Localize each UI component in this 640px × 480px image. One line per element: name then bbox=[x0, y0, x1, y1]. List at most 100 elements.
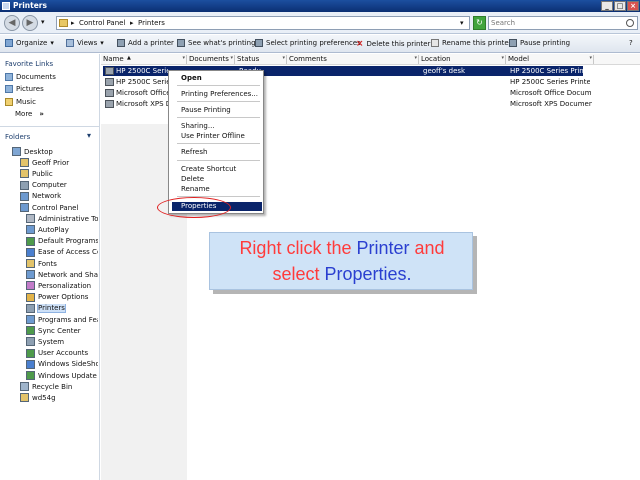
tree-item-power-options[interactable]: Power Options bbox=[26, 292, 98, 302]
fav-link-pictures[interactable]: Pictures bbox=[5, 85, 44, 93]
tree-item-admin-tools[interactable]: Administrative Tools bbox=[26, 214, 98, 224]
search-input[interactable] bbox=[491, 18, 621, 28]
fonts-icon bbox=[26, 259, 35, 268]
tree-item-network[interactable]: Network bbox=[20, 191, 98, 201]
forward-button[interactable]: ▶ bbox=[22, 15, 38, 31]
column-status[interactable]: Status ▾ bbox=[235, 55, 287, 64]
tree-item-public[interactable]: Public bbox=[20, 169, 98, 179]
refresh-button[interactable]: ↻ bbox=[473, 16, 486, 30]
column-dropdown-icon[interactable]: ▾ bbox=[414, 55, 417, 61]
minimize-button[interactable]: _ bbox=[601, 1, 613, 11]
see-printing-button[interactable]: See what's printing bbox=[177, 39, 256, 47]
public-icon bbox=[20, 169, 29, 179]
callout-line-1: Right click the Printer and bbox=[239, 238, 445, 258]
tree-item-default-programs[interactable]: Default Programs bbox=[26, 236, 98, 246]
crumb-separator-icon: ▸ bbox=[130, 19, 134, 27]
delete-printer-button[interactable]: × Delete this printer bbox=[356, 39, 430, 49]
column-dropdown-icon[interactable]: ▾ bbox=[182, 55, 185, 61]
menu-item-delete[interactable]: Delete bbox=[172, 175, 262, 184]
column-model[interactable]: Model ▾ bbox=[506, 55, 594, 64]
column-dropdown-icon[interactable]: ▾ bbox=[282, 55, 285, 61]
tree-item-user-accounts[interactable]: User Accounts bbox=[26, 348, 98, 358]
menu-item-refresh[interactable]: Refresh bbox=[172, 148, 262, 157]
tree-item-label: Administrative Tools bbox=[38, 214, 98, 223]
tree-item-sync-center[interactable]: Sync Center bbox=[26, 326, 98, 336]
select-preferences-button[interactable]: Select printing preferences bbox=[255, 39, 361, 47]
crumb-separator-icon: ▸ bbox=[71, 19, 75, 27]
music-icon bbox=[5, 98, 13, 106]
column-location[interactable]: Location ▾ bbox=[419, 55, 506, 64]
tree-item-programs-features[interactable]: Programs and Features bbox=[26, 315, 98, 324]
tree-item-fonts[interactable]: Fonts bbox=[26, 259, 98, 268]
tree-item-windows-update[interactable]: Windows Update bbox=[26, 371, 98, 380]
folders-collapse-icon[interactable]: ▾ bbox=[87, 131, 91, 140]
tree-item-computer[interactable]: Computer bbox=[20, 180, 98, 190]
close-button[interactable]: × bbox=[627, 1, 639, 11]
menu-separator bbox=[177, 85, 260, 86]
column-name[interactable]: Name ▲ ▾ bbox=[101, 55, 187, 64]
ease-of-access-icon bbox=[26, 247, 35, 257]
menu-item-create-shortcut[interactable]: Create Shortcut bbox=[172, 165, 262, 174]
tree-item-label: Sync Center bbox=[38, 326, 81, 335]
menu-item-pause-printing[interactable]: Pause Printing bbox=[172, 106, 262, 115]
tree-item-wd54g[interactable]: wd54g bbox=[20, 393, 98, 403]
views-icon bbox=[66, 39, 74, 47]
tree-item-recycle-bin[interactable]: Recycle Bin bbox=[20, 382, 98, 392]
column-dropdown-icon[interactable]: ▾ bbox=[589, 55, 592, 61]
tree-item-sideshow[interactable]: Windows SideShow bbox=[26, 359, 98, 369]
tree-item-label: Power Options bbox=[38, 293, 89, 302]
column-documents[interactable]: Documents ▾ bbox=[187, 55, 235, 64]
column-dropdown-icon[interactable]: ▾ bbox=[501, 55, 504, 61]
address-dropdown-icon[interactable]: ▾ bbox=[460, 19, 464, 27]
tree-item-desktop[interactable]: Desktop bbox=[12, 147, 98, 156]
address-box[interactable]: ▸ Control Panel ▸ Printers ▾ bbox=[56, 16, 470, 30]
tree-item-ease-of-access[interactable]: Ease of Access Center bbox=[26, 247, 98, 257]
menu-separator bbox=[177, 101, 260, 102]
tree-item-user-folder[interactable]: Geoff Prior bbox=[20, 158, 98, 168]
personalization-icon bbox=[26, 281, 35, 291]
menu-item-use-printer-offline[interactable]: Use Printer Offline bbox=[172, 132, 262, 141]
tree-item-autoplay[interactable]: AutoPlay bbox=[26, 225, 98, 235]
menu-item-printing-preferences[interactable]: Printing Preferences... bbox=[172, 90, 262, 99]
highlight-oval bbox=[157, 197, 231, 218]
control-panel-icon bbox=[59, 19, 68, 27]
breadcrumb-control-panel[interactable]: Control Panel bbox=[79, 19, 125, 27]
column-dropdown-icon[interactable]: ▾ bbox=[230, 55, 233, 61]
back-button[interactable]: ◀ bbox=[4, 15, 20, 31]
search-box[interactable] bbox=[488, 16, 638, 30]
title-bar: Printers _ □ × bbox=[0, 0, 640, 12]
tree-item-label: Computer bbox=[32, 181, 67, 190]
rename-printer-button[interactable]: Rename this printer bbox=[431, 39, 512, 47]
pause-printing-button[interactable]: Pause printing bbox=[509, 39, 570, 47]
organize-button[interactable]: Organize ▾ bbox=[5, 39, 54, 47]
folders-title[interactable]: Folders bbox=[5, 133, 30, 141]
default-programs-icon bbox=[26, 236, 35, 246]
menu-item-sharing[interactable]: Sharing... bbox=[172, 122, 262, 131]
search-icon[interactable] bbox=[626, 19, 634, 27]
views-button[interactable]: Views ▾ bbox=[66, 39, 104, 47]
column-comments[interactable]: Comments ▾ bbox=[287, 55, 419, 64]
rename-icon bbox=[431, 39, 439, 47]
recent-pages-dropdown[interactable]: ▾ bbox=[41, 18, 45, 26]
maximize-button[interactable]: □ bbox=[614, 1, 626, 11]
tree-item-personalization[interactable]: Personalization bbox=[26, 281, 98, 291]
recycle-bin-icon bbox=[20, 382, 29, 392]
menu-item-open[interactable]: Open bbox=[172, 74, 262, 83]
tree-item-label: User Accounts bbox=[38, 349, 89, 358]
tree-item-label: Desktop bbox=[24, 147, 53, 156]
menu-separator bbox=[177, 160, 260, 161]
tree-item-network-sharing[interactable]: Network and Sharing Center bbox=[26, 270, 98, 280]
printer-model: Microsoft Office Docum... bbox=[510, 89, 592, 97]
admin-tools-icon bbox=[26, 214, 35, 224]
fav-links-more[interactable]: More » bbox=[15, 110, 44, 118]
breadcrumb-printers[interactable]: Printers bbox=[138, 19, 165, 27]
toolbar-help-icon[interactable]: ? bbox=[629, 39, 633, 47]
fav-link-documents[interactable]: Documents bbox=[5, 73, 56, 81]
tree-item-system[interactable]: System bbox=[26, 337, 98, 347]
tree-item-control-panel[interactable]: Control Panel bbox=[20, 203, 98, 212]
add-printer-button[interactable]: Add a printer bbox=[117, 39, 174, 47]
menu-item-rename[interactable]: Rename bbox=[172, 185, 262, 194]
tree-item-printers[interactable]: Printers bbox=[26, 303, 98, 313]
pane-divider[interactable] bbox=[0, 126, 100, 127]
fav-link-music[interactable]: Music bbox=[5, 98, 36, 106]
